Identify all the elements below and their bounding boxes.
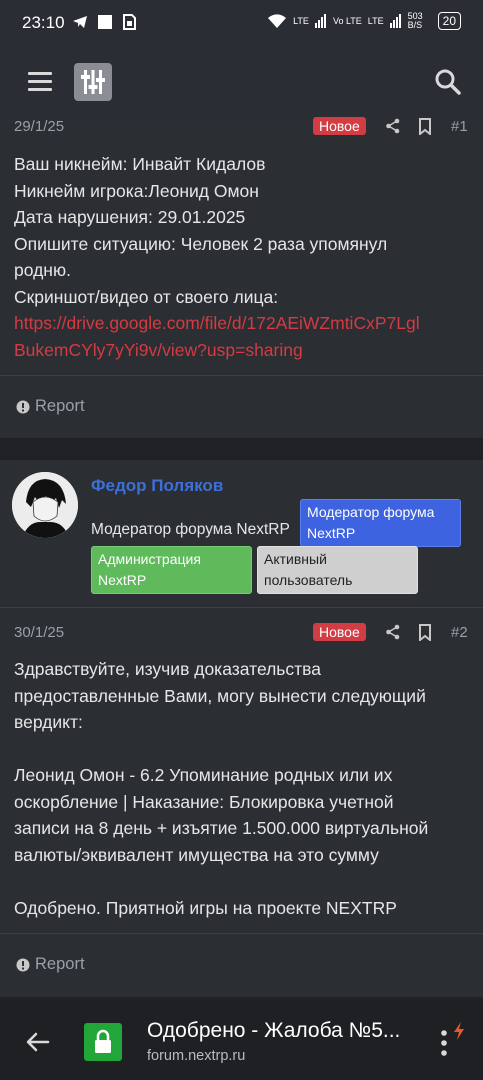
share-icon[interactable] [385, 624, 401, 640]
report-button[interactable]: Report [16, 955, 85, 974]
user-avatar-image [12, 472, 78, 538]
post-author-block: Федор Поляков Модератор форума NextRP Мо… [0, 460, 483, 607]
browser-bar: Одобрено - Жалоба №5... forum.nextrp.ru [0, 1005, 483, 1080]
forum-header [0, 48, 483, 118]
post-line: Опишите ситуацию: Человек 2 раза упомяну… [14, 233, 388, 254]
signal-bars-icon-2 [389, 14, 401, 28]
new-badge: Новое [313, 623, 366, 641]
post-line: записи на 8 день + изъятие 1.500.000 вир… [14, 818, 429, 838]
lightning-icon [454, 1022, 464, 1040]
role-badge-admin: Администрация NextRP [91, 546, 252, 594]
telegram-icon [73, 16, 87, 28]
post-number[interactable]: #2 [451, 624, 468, 641]
post-date: 30/1/25 [14, 624, 65, 641]
warning-icon [16, 958, 30, 971]
post-date: 29/1/25 [14, 118, 65, 135]
more-options-icon[interactable] [440, 1029, 448, 1057]
notification-square-icon [98, 15, 112, 29]
post-content: Здравствуйте, изучив доказательства пред… [14, 656, 469, 921]
page-title[interactable]: Одобрено - Жалоба №5... [147, 1019, 400, 1043]
post-line: предоставленные Вами, могу вынести следу… [14, 685, 426, 706]
badge-line: пользователь [264, 572, 353, 588]
username-link[interactable]: Федор Поляков [91, 476, 223, 496]
wifi-icon [268, 14, 287, 28]
report-label: Report [35, 397, 85, 415]
padlock-icon [95, 1029, 111, 1053]
bookmark-icon[interactable] [418, 118, 432, 135]
post-line [14, 868, 469, 895]
status-bar: 23:10 LTE Vo LTE LTE 503 B/S 20 [0, 0, 483, 48]
post-content: Ваш никнейм: Инвайт Кидалов Никнейм игро… [14, 151, 469, 363]
lte-signal-1: LTE [293, 16, 309, 26]
evidence-link-part1[interactable]: https://drive.google.com/file/d/172AEiWZ… [14, 310, 469, 337]
badge-line: NextRP [307, 525, 356, 541]
page-url[interactable]: forum.nextrp.ru [147, 1048, 245, 1064]
user-title: Модератор форума NextRP [91, 521, 290, 538]
post-1: 29/1/25 Новое #1 Ваш никнейм: Инвайт Кид… [0, 117, 483, 438]
post-line: оскорбление | Наказание: Блокировка учет… [14, 791, 394, 812]
post-line: родню. [14, 260, 71, 280]
warning-icon [16, 400, 30, 413]
divider [0, 375, 483, 376]
badge-line: Модератор форума [307, 504, 435, 520]
post-line: Скриншот/видео от своего лица: [14, 286, 279, 307]
post-line: валюты/эквивалент имущества на это сумму [14, 844, 379, 865]
signal-bars-icon [314, 14, 326, 28]
post-2: 30/1/25 Новое #2 Здравствуйте, изучив до… [0, 607, 483, 997]
post-line: вердикт: [14, 712, 83, 732]
secure-lock-icon[interactable] [84, 1023, 122, 1061]
search-icon[interactable] [434, 68, 462, 96]
new-badge: Новое [313, 117, 366, 135]
role-badge-moderator: Модератор форума NextRP [300, 499, 461, 547]
battery-indicator: 20 [437, 12, 461, 30]
badge-line: NextRP [98, 572, 147, 588]
lte-signal-2: LTE [367, 16, 384, 26]
divider [0, 607, 483, 608]
post-line: Дата нарушения: 29.01.2025 [14, 207, 246, 227]
role-badge-active-user: Активный пользователь [257, 546, 418, 594]
divider [0, 933, 483, 934]
network-speed: 503 B/S [407, 11, 423, 30]
bookmark-icon[interactable] [418, 624, 432, 641]
sliders-logo-icon [81, 70, 105, 94]
post-line: Никнейм игрока:Леонид Омон [14, 180, 259, 201]
post-number[interactable]: #1 [451, 118, 468, 135]
share-icon[interactable] [385, 118, 401, 134]
post-line: Одобрено. Приятной игры на проекте NEXTR… [14, 897, 397, 918]
report-label: Report [35, 955, 85, 973]
clock: 23:10 [22, 13, 65, 32]
avatar[interactable] [12, 472, 78, 538]
post-line: Здравствуйте, изучив доказательства [14, 659, 322, 679]
volte-signal: Vo LTE [332, 16, 362, 26]
post-line [14, 736, 469, 763]
evidence-link-part2[interactable]: BukemCYly7yYi9v/view?usp=sharing [14, 337, 469, 364]
post-line: Ваш никнейм: Инвайт Кидалов [14, 154, 266, 174]
sim-card-icon [123, 14, 136, 30]
report-button[interactable]: Report [16, 397, 85, 416]
forum-logo[interactable] [74, 63, 112, 101]
badge-line: Администрация [98, 551, 201, 567]
badge-line: Активный [264, 551, 327, 567]
menu-icon[interactable] [28, 72, 52, 92]
post-line: Леонид Омон - 6.2 Упоминание родных или … [14, 765, 393, 785]
back-arrow-icon[interactable] [26, 1032, 50, 1052]
